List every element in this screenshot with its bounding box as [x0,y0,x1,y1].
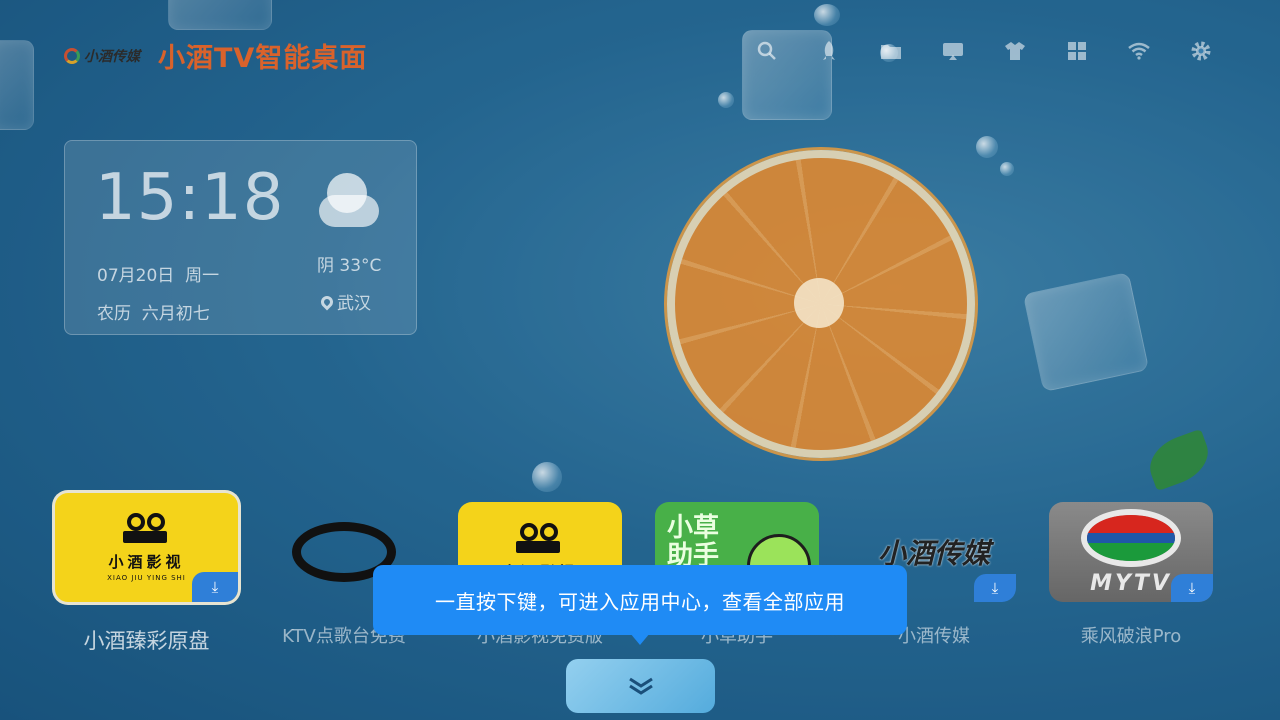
folder-icon[interactable] [872,34,910,68]
brand-header: 小酒传媒 小酒TV智能桌面 [64,36,367,75]
tooltip-pointer [630,633,650,645]
app-label: 乘风破浪Pro [1080,626,1182,647]
water-drop-decoration [976,136,998,158]
location-text: 武汉 [337,294,371,314]
double-chevron-down-icon [628,677,653,695]
leaf-decoration [1142,428,1216,492]
brand-small-text: 小酒传媒 [84,48,140,65]
search-icon[interactable] [748,34,786,68]
app-tile-text: MYTV [1090,570,1172,596]
cloud-icon [319,173,381,229]
clock-date: 07月20日 周一 [97,266,220,286]
tshirt-icon[interactable] [996,34,1034,68]
orange-core-decoration [794,278,844,328]
rocket-icon[interactable] [810,34,848,68]
brand-logo: 小酒传媒 [64,46,140,66]
ice-cube-decoration [0,40,34,130]
open-app-center-button[interactable] [566,659,715,713]
cast-icon[interactable] [934,34,972,68]
tvb-logo-icon [1081,508,1181,567]
weather-location: 武汉 [318,289,371,314]
film-camera-icon [512,522,568,553]
ice-cube-decoration [1022,271,1150,393]
download-icon: ⤓ [192,572,238,602]
download-icon: ⤓ [974,574,1016,602]
brand-title: 小酒TV智能桌面 [158,43,368,74]
app-center-hint-tooltip: 一直按下键，可进入应用中心，查看全部应用 [373,565,907,635]
water-drop-decoration [532,462,562,492]
clock-lunar-date: 农历 六月初七 [97,304,210,324]
ice-cube-decoration [168,0,272,30]
app-tile-xiaojiu-zhencai[interactable]: 小酒影视 XIAO JIU YING SHI ⤓ [52,490,241,605]
clock-time: 15:18 [95,161,285,235]
apps-grid-icon[interactable] [1058,34,1096,68]
app-tile-title: 小酒影视 [108,553,185,571]
weather-text: 阴 33°C [317,256,382,276]
water-drop-decoration [718,92,734,108]
water-drop-decoration [814,4,840,26]
app-tile-text: 小草助手 [667,513,720,571]
app-tile-subtitle: XIAO JIU YING SHI [107,574,186,582]
brand-logo-icon [64,47,80,64]
download-icon: ⤓ [1171,574,1213,602]
wifi-icon[interactable] [1120,34,1158,68]
app-label: 小酒臻彩原盘 [83,629,210,653]
clock-weather-widget[interactable]: 15:18 07月20日 周一 农历 六月初七 阴 33°C 武汉 [64,140,417,335]
location-pin-icon [318,293,336,310]
film-camera-icon [119,513,175,543]
top-toolbar [748,34,1220,68]
water-drop-decoration [1000,162,1014,176]
app-tile-chengfeng[interactable]: MYTV ⤓ [1049,502,1213,602]
gear-icon[interactable] [1182,34,1220,68]
